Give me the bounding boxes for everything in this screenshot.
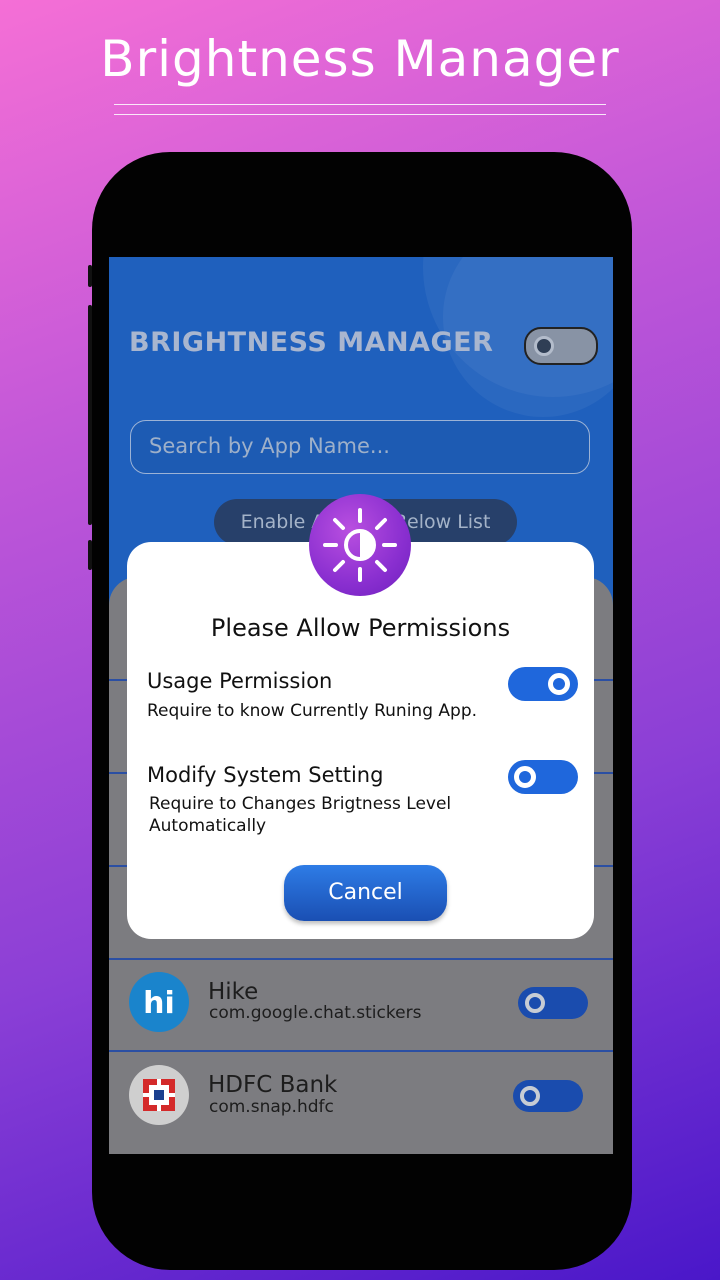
search-placeholder: Search by App Name...	[149, 434, 390, 458]
cancel-button[interactable]: Cancel	[284, 865, 447, 921]
brightness-sun-icon	[309, 494, 411, 596]
list-divider	[109, 958, 613, 960]
headline-divider	[114, 114, 606, 115]
app-name: Hike	[208, 979, 259, 1005]
app-toggle[interactable]	[513, 1080, 583, 1112]
permission-dialog: Please Allow Permissions Usage Permissio…	[127, 542, 594, 939]
hike-icon: hi	[129, 972, 189, 1032]
toggle-knob	[534, 336, 554, 356]
promo-headline: Brightness Manager	[100, 30, 620, 88]
usage-permission-toggle[interactable]	[508, 667, 578, 701]
list-divider	[109, 1050, 613, 1052]
app-name: HDFC Bank	[208, 1072, 338, 1098]
usage-permission-description: Require to know Currently Runing App.	[147, 701, 478, 721]
modify-system-setting-description: Automatically	[149, 816, 267, 836]
modify-system-setting-toggle[interactable]	[508, 760, 578, 794]
app-toggle[interactable]	[518, 987, 588, 1019]
hdfc-bank-icon	[129, 1065, 189, 1125]
app-package: com.google.chat.stickers	[209, 1003, 422, 1023]
app-title: BRIGHTNESS MANAGER	[129, 327, 494, 358]
toggle-knob	[514, 766, 536, 788]
toggle-knob	[525, 993, 545, 1013]
search-input[interactable]: Search by App Name...	[130, 420, 590, 474]
modify-system-setting-description: Require to Changes Brigtness Level	[149, 794, 452, 814]
master-toggle[interactable]	[524, 327, 598, 365]
toggle-knob	[520, 1086, 540, 1106]
modify-system-setting-label: Modify System Setting	[147, 763, 384, 787]
svg-text:hi: hi	[143, 986, 175, 1021]
toggle-knob	[548, 673, 570, 695]
app-package: com.snap.hdfc	[209, 1097, 334, 1117]
headline-divider	[114, 104, 606, 105]
dialog-title: Please Allow Permissions	[210, 614, 511, 642]
usage-permission-label: Usage Permission	[147, 669, 333, 693]
